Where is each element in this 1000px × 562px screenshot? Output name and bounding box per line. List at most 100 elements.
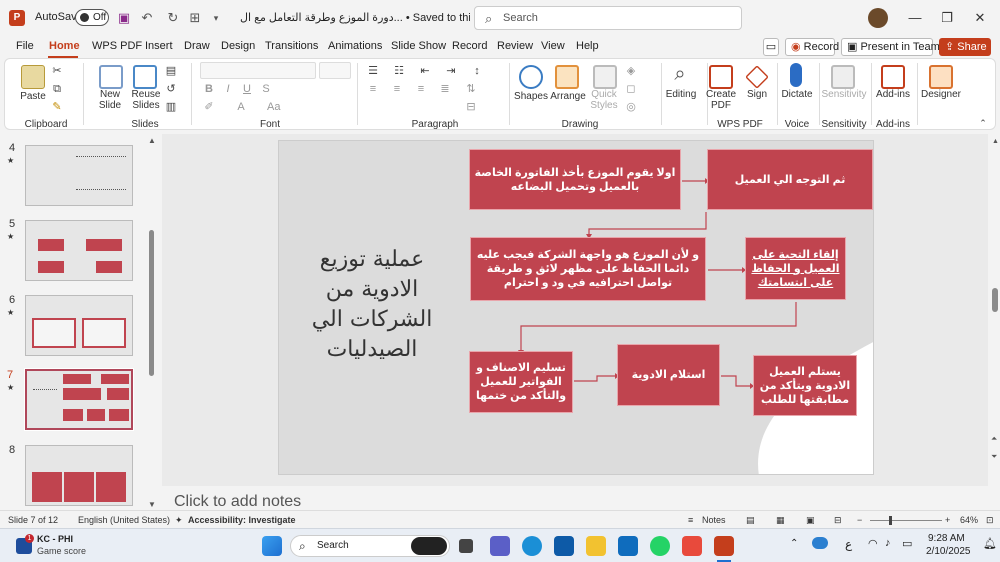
- fit-to-window-icon[interactable]: ⊡: [986, 515, 994, 526]
- onedrive-icon[interactable]: [812, 537, 828, 549]
- search-box[interactable]: ⌕ Search: [474, 6, 742, 30]
- collapse-ribbon-icon[interactable]: ⌃: [977, 117, 989, 129]
- slide-title[interactable]: عملية توزيع الادوية من الشركات الي الصيد…: [310, 245, 434, 365]
- zoom-level[interactable]: 64%: [960, 515, 978, 525]
- powerpoint-taskbar-icon[interactable]: [714, 536, 734, 556]
- slideshow-view-icon[interactable]: ⊟: [834, 515, 842, 526]
- record-button[interactable]: ◉ Record: [785, 38, 839, 56]
- flow-box-receive-medicines[interactable]: استلام الادوية: [617, 344, 720, 406]
- widget-title[interactable]: KC - PHI: [37, 534, 73, 544]
- tab-home[interactable]: Home: [49, 40, 80, 52]
- chevron-up-icon[interactable]: ⌃: [790, 538, 798, 549]
- next-slide-icon[interactable]: ⏷: [991, 452, 997, 462]
- normal-view-icon[interactable]: ▤: [746, 515, 755, 526]
- tab-record[interactable]: Record: [452, 40, 487, 52]
- flow-box-appearance[interactable]: و لأن الموزع هو واجهة الشركة فيجب عليه د…: [470, 237, 706, 301]
- slide-sorter-icon[interactable]: ▦: [776, 515, 785, 526]
- quick-styles-icon[interactable]: [593, 65, 617, 89]
- comments-button[interactable]: ▭: [763, 38, 779, 56]
- scroll-down-icon[interactable]: ▼: [148, 500, 156, 509]
- create-pdf-button[interactable]: Create PDF: [705, 89, 737, 111]
- canvas-scrollbar[interactable]: ▲ ⏶ ⏷: [991, 134, 1000, 510]
- widget-subtitle[interactable]: Game score: [37, 546, 86, 556]
- copy-icon[interactable]: ⧉: [51, 83, 63, 95]
- arrange-button[interactable]: Arrange: [548, 91, 588, 102]
- tab-help[interactable]: Help: [576, 40, 599, 52]
- customize-qat-icon[interactable]: ▾: [207, 9, 225, 27]
- paste-icon[interactable]: [21, 65, 45, 89]
- zoom-in-icon[interactable]: +: [945, 515, 950, 525]
- slide-thumbnail-7-selected[interactable]: [24, 368, 134, 431]
- new-slide-button[interactable]: New Slide: [93, 89, 127, 111]
- new-slide-icon[interactable]: [99, 65, 123, 89]
- scroll-up-icon[interactable]: ▲: [148, 136, 156, 145]
- quick-styles-button[interactable]: Quick Styles: [585, 89, 623, 111]
- tab-review[interactable]: Review: [497, 40, 533, 52]
- layout-icon[interactable]: ▤: [165, 65, 177, 77]
- tab-wps-pdf[interactable]: WPS PDF: [92, 40, 142, 52]
- battery-icon[interactable]: ▭: [902, 537, 912, 550]
- outlook-icon[interactable]: [618, 536, 638, 556]
- justify-icon[interactable]: ≣: [439, 83, 451, 95]
- taskbar-search[interactable]: ⌕ Search: [290, 535, 450, 557]
- windows-start-icon[interactable]: [262, 536, 282, 556]
- scrollbar-thumb[interactable]: [992, 288, 998, 312]
- wifi-icon[interactable]: ◠: [868, 537, 878, 550]
- decrease-indent-icon[interactable]: ⇤: [419, 65, 431, 77]
- designer-button[interactable]: Designer: [919, 89, 963, 100]
- paste-button[interactable]: Paste: [17, 91, 49, 102]
- shape-effects-icon[interactable]: ◎: [625, 101, 637, 113]
- notifications-icon[interactable]: 🔔︎: [983, 537, 997, 550]
- font-color-icon[interactable]: A: [235, 101, 247, 113]
- slide-thumbnail-6[interactable]: [25, 295, 133, 356]
- section-icon[interactable]: ▥: [165, 101, 177, 113]
- maximize-icon[interactable]: ❐: [937, 8, 957, 28]
- font-size-icon[interactable]: Aa: [267, 101, 280, 113]
- whatsapp-icon[interactable]: [650, 536, 670, 556]
- redo-icon[interactable]: ↻: [164, 9, 182, 27]
- tab-design[interactable]: Design: [221, 40, 255, 52]
- create-pdf-icon[interactable]: [709, 65, 733, 89]
- autosave-toggle[interactable]: Off: [75, 9, 109, 26]
- share-button[interactable]: ⇪ Share: [939, 38, 991, 56]
- bold-icon[interactable]: B: [203, 83, 215, 95]
- present-in-teams-button[interactable]: ▣ Present in Teams: [841, 38, 945, 56]
- reuse-slides-button[interactable]: Reuse Slides: [127, 89, 165, 111]
- text-direction-icon[interactable]: ⇅: [465, 83, 477, 95]
- shape-fill-icon[interactable]: ◈: [625, 65, 637, 77]
- microphone-icon[interactable]: [790, 63, 802, 87]
- underline-icon[interactable]: U: [241, 83, 253, 95]
- editing-search-icon[interactable]: ⌕: [669, 63, 691, 85]
- flow-box-deliver-items[interactable]: تسليم الاصناف و الفواتير للعميل والتأكد …: [469, 351, 573, 413]
- flow-box-greeting[interactable]: إلقاء التحية على العميل و الحفاظ على ابت…: [745, 237, 846, 300]
- reuse-slides-icon[interactable]: [133, 65, 157, 89]
- tab-file[interactable]: File: [16, 40, 34, 52]
- designer-icon[interactable]: [929, 65, 953, 89]
- align-right-icon[interactable]: ≡: [415, 83, 427, 95]
- sensitivity-button[interactable]: Sensitivity: [819, 89, 869, 100]
- slide-thumbnail-5[interactable]: [25, 220, 133, 281]
- search-input[interactable]: Search: [503, 12, 538, 24]
- accessibility-status[interactable]: Accessibility: Investigate: [188, 515, 296, 525]
- notes-pane[interactable]: Click to add notes: [162, 488, 988, 510]
- sign-icon[interactable]: [745, 65, 769, 89]
- volume-icon[interactable]: ♪: [885, 537, 891, 549]
- flow-box-go-to-client[interactable]: ثم التوجه الي العميل: [707, 149, 873, 210]
- align-left-icon[interactable]: ≡: [367, 83, 379, 95]
- flow-box-client-verifies[interactable]: يستلم العميل الادوية ويتأكد من مطابقتها …: [753, 355, 857, 416]
- font-size-dropdown[interactable]: [319, 62, 351, 79]
- bullets-icon[interactable]: ☰: [367, 65, 379, 77]
- format-painter-icon[interactable]: ✎: [51, 101, 63, 113]
- arrange-icon[interactable]: [555, 65, 579, 89]
- tab-insert[interactable]: Insert: [145, 40, 173, 52]
- shape-outline-icon[interactable]: ◻: [625, 83, 637, 95]
- smartart-icon[interactable]: ⊟: [465, 101, 477, 113]
- sign-button[interactable]: Sign: [743, 89, 771, 100]
- flow-box-take-invoice[interactable]: اولا يقوم الموزع بأخذ الفاتورة الخاصة با…: [469, 149, 681, 210]
- notes-placeholder[interactable]: Click to add notes: [174, 493, 301, 511]
- clock-date[interactable]: 2/10/2025: [926, 546, 971, 557]
- slide-thumbnail-4[interactable]: [25, 145, 133, 206]
- italic-icon[interactable]: I: [222, 83, 234, 95]
- slide-thumbnail-8[interactable]: [25, 445, 133, 506]
- undo-icon[interactable]: ↶: [138, 9, 156, 27]
